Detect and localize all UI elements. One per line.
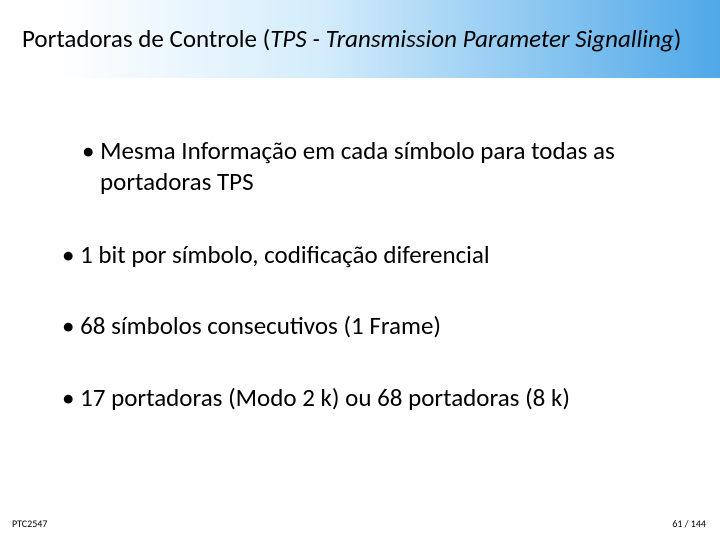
bullet-1: • Mesma Informação em cada símbolo para …: [62, 136, 680, 197]
title-band: Portadoras de Controle (TPS - Transmissi…: [0, 0, 720, 78]
bullet-2: • 1 bit por símbolo, codificação diferen…: [62, 239, 680, 270]
bullet-4: • 17 portadoras (Modo 2 k) ou 68 portado…: [62, 382, 680, 413]
content-area: • Mesma Informação em cada símbolo para …: [0, 78, 720, 413]
title-prefix: Portadoras de Controle (: [22, 23, 270, 54]
slide-title: Portadoras de Controle (TPS - Transmissi…: [22, 24, 681, 54]
bullet-3: • 68 símbolos consecutivos (1 Frame): [62, 310, 680, 341]
footer-page-number: 61 / 144: [672, 517, 706, 530]
footer-course-code: PTC2547: [12, 517, 47, 530]
title-suffix: ): [674, 23, 682, 54]
title-italic: TPS - Transmission Parameter Signalling: [270, 23, 674, 54]
